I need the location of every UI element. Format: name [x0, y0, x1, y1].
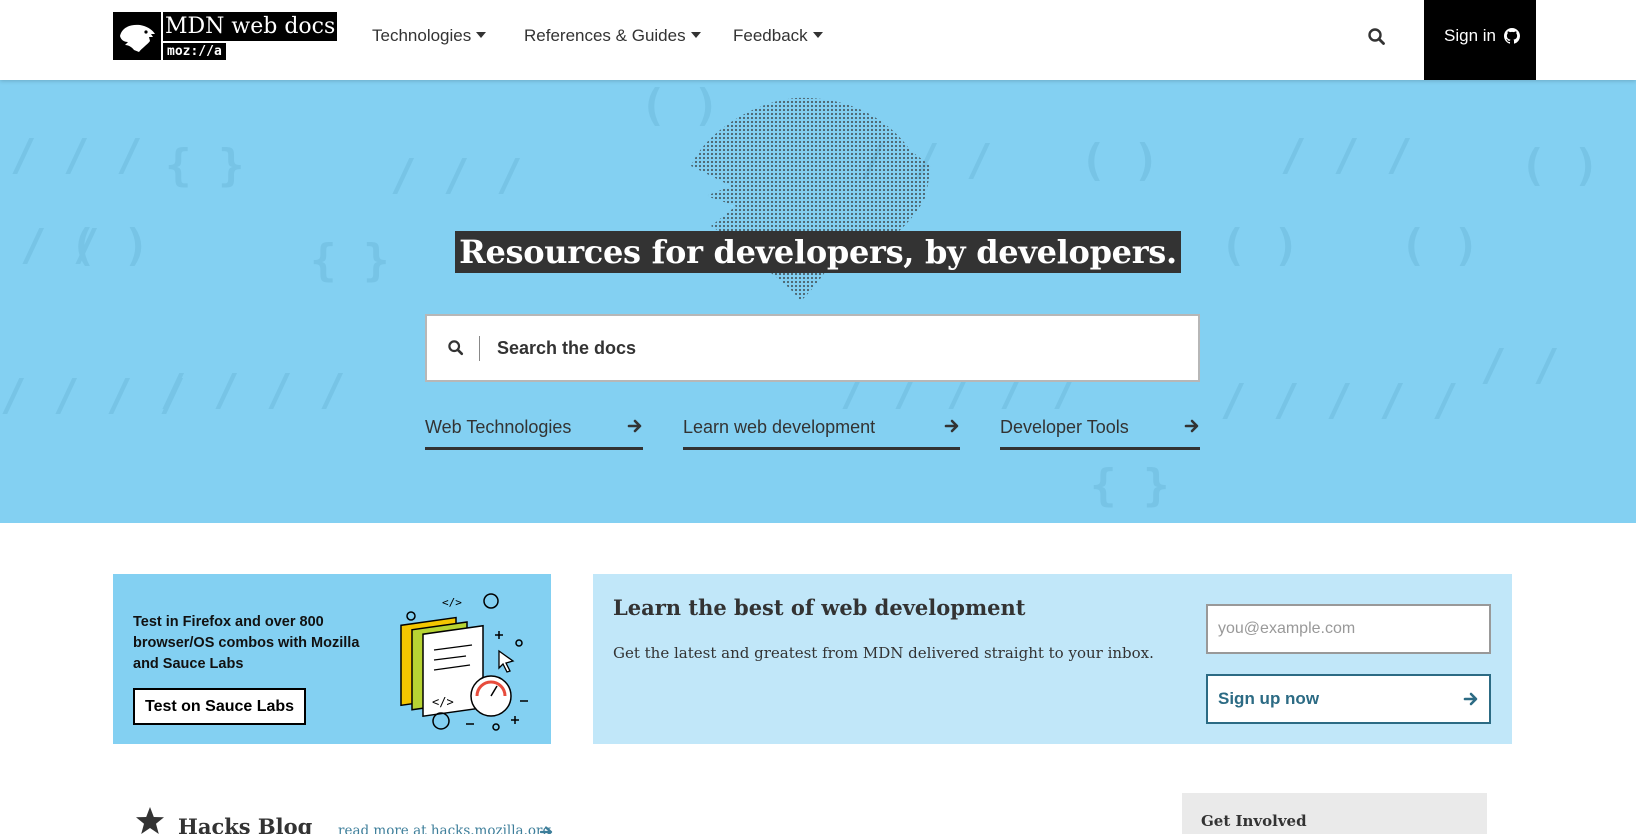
- hero-search-input[interactable]: [497, 328, 1177, 368]
- newsletter-signup: Learn the best of web development Get th…: [593, 574, 1512, 744]
- newsletter-description: Get the latest and greatest from MDN del…: [613, 644, 1154, 662]
- mdn-logo[interactable]: MDN web docs moz://a: [113, 12, 338, 60]
- get-involved-box: Get Involved: [1182, 793, 1487, 834]
- test-on-sauce-labs-button[interactable]: Test on Sauce Labs: [133, 688, 307, 725]
- arrow-right-icon: [540, 826, 553, 834]
- caret-down-icon: [690, 32, 701, 38]
- nav-feedback[interactable]: Feedback: [733, 24, 823, 48]
- svg-text:/ / /: / / /: [1280, 130, 1412, 181]
- logo-title: MDN web docs: [163, 12, 338, 41]
- hero-link-learn-web-development[interactable]: Learn web development: [683, 411, 960, 450]
- site-header: MDN web docs moz://a Technologies Refere…: [0, 0, 1636, 80]
- hero-link-developer-tools[interactable]: Developer Tools: [1000, 411, 1200, 450]
- newsletter-title: Learn the best of web development: [613, 595, 1026, 620]
- search-icon: [1368, 28, 1385, 45]
- svg-text:/ / / /: / / / /: [160, 365, 345, 416]
- nav-references-guides[interactable]: References & Guides: [524, 24, 701, 48]
- star-icon: [136, 807, 164, 834]
- nav-label: Technologies: [372, 26, 472, 45]
- search-divider: [479, 336, 480, 361]
- browser-testing-illustration: </> </>: [400, 593, 528, 731]
- svg-text:</>: </>: [442, 596, 462, 609]
- get-involved-title: Get Involved: [1201, 812, 1307, 830]
- svg-text:</>: </>: [432, 695, 454, 709]
- hero-title-wrap: Resources for developers, by developers.: [0, 231, 1636, 273]
- nav-label: Feedback: [733, 26, 808, 45]
- hero-search-box: [425, 314, 1200, 382]
- sauce-labs-promo: Test in Firefox and over 800 browser/OS …: [113, 574, 551, 744]
- caret-down-icon: [812, 32, 823, 38]
- svg-text:{ }: { }: [1090, 460, 1169, 511]
- sign-in-label: Sign in: [1444, 26, 1496, 45]
- promo-text: Test in Firefox and over 800 browser/OS …: [133, 614, 360, 672]
- svg-text:/ / / /: / / / /: [0, 370, 185, 421]
- hero-link-label: Learn web development: [683, 417, 876, 437]
- newsletter-email-input[interactable]: [1206, 604, 1491, 654]
- github-icon: [1504, 28, 1520, 44]
- arrow-right-icon: [1184, 419, 1199, 433]
- caret-down-icon: [476, 32, 487, 38]
- mozilla-wordmark: moz://a: [163, 43, 226, 60]
- arrow-right-icon: [944, 419, 959, 433]
- svg-text:/ / / / /: / / / / /: [1220, 375, 1458, 426]
- hero-section: / / / { } / / / ( ) / / / ( ) / / / ( ) …: [0, 80, 1636, 523]
- arrow-right-icon: [627, 419, 642, 433]
- header-search-button[interactable]: [1366, 26, 1388, 48]
- hero-link-web-technologies[interactable]: Web Technologies: [425, 411, 643, 450]
- hacks-blog-link[interactable]: read more at hacks.mozilla.org: [338, 822, 551, 834]
- svg-text:/ /: / /: [1480, 340, 1559, 391]
- hacks-blog-title: Hacks Blog: [178, 814, 313, 834]
- svg-text:/ / /: / / /: [390, 150, 522, 201]
- hero-title: Resources for developers, by developers.: [455, 231, 1181, 273]
- hero-link-label: Web Technologies: [425, 417, 572, 437]
- nav-label: References & Guides: [524, 26, 686, 45]
- svg-text:( ): ( ): [1520, 140, 1599, 191]
- svg-text:/ / /: / / /: [10, 130, 142, 181]
- nav-technologies[interactable]: Technologies: [372, 24, 487, 48]
- arrow-right-icon: [1463, 692, 1478, 706]
- dinosaur-logo-icon: [113, 12, 161, 60]
- svg-text:( ): ( ): [1080, 135, 1159, 186]
- search-icon: [448, 340, 464, 356]
- hero-link-label: Developer Tools: [1000, 417, 1129, 437]
- sign-up-now-button[interactable]: Sign up now: [1206, 674, 1491, 724]
- svg-text:{ }: { }: [165, 140, 244, 191]
- sign-up-label: Sign up now: [1218, 689, 1320, 708]
- sign-in-button[interactable]: Sign in: [1424, 0, 1536, 80]
